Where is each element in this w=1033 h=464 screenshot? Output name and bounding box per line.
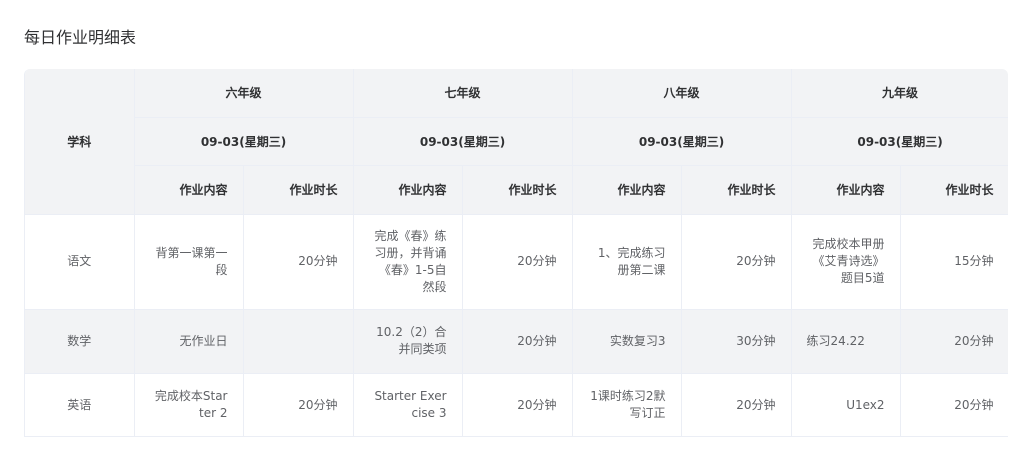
content-column-header: 作业内容	[572, 165, 682, 215]
grade-header-8: 八年级	[572, 69, 792, 118]
duration-cell: 20分钟	[462, 214, 573, 310]
grade-header-6: 六年级	[134, 69, 354, 118]
content-column-header: 作业内容	[791, 165, 901, 215]
duration-column-header: 作业时长	[243, 165, 354, 215]
content-text: 练习24.22	[806, 333, 865, 348]
content-text: 无作业日	[179, 333, 228, 348]
duration-column-header: 作业时长	[462, 165, 573, 215]
content-text: U1ex2	[846, 397, 885, 412]
grade-header-7: 七年级	[353, 69, 573, 118]
content-column-header: 作业内容	[134, 165, 244, 215]
content-cell: Starter Exercise 3	[353, 373, 463, 436]
subject-cell: 英语	[25, 373, 135, 436]
content-cell: 无作业日	[134, 309, 244, 374]
duration-cell: 20分钟	[462, 309, 573, 374]
content-cell: 1、完成练习册第二课	[572, 214, 682, 310]
duration-cell: 20分钟	[243, 373, 354, 436]
content-text: 实数复习3	[609, 333, 666, 348]
content-text: 背第一课第一段	[155, 245, 228, 277]
duration-cell	[243, 309, 354, 374]
duration-column-header: 作业时长	[900, 165, 1008, 215]
subject-column-header: 学科	[25, 69, 135, 215]
content-text: 1课时练习2默写订正	[590, 389, 666, 420]
content-text: 完成校本甲册《艾青诗选》题目5道	[812, 237, 885, 285]
subject-cell: 数学	[25, 309, 135, 374]
content-cell: 10.2（2）合并同类项	[353, 309, 463, 374]
date-header-8: 09-03(星期三)	[572, 117, 792, 166]
content-cell: 背第一课第一段	[134, 214, 244, 310]
content-cell: 完成《春》练习册，并背诵《春》1-5自然段	[353, 214, 463, 310]
content-text: 1、完成练习册第二课	[597, 245, 666, 277]
duration-cell: 20分钟	[681, 214, 792, 310]
subject-cell: 语文	[25, 214, 135, 310]
table-row: 英语 完成校本Starter 2 20分钟 Starter Exercise 3…	[25, 373, 1008, 436]
homework-table: 学科 六年级 七年级 八年级 九年级 09-03(星期三) 09-03(星期三)…	[24, 69, 1008, 437]
content-cell: U1ex2	[791, 373, 901, 436]
duration-cell: 30分钟	[681, 309, 792, 374]
duration-cell: 20分钟	[681, 373, 792, 436]
content-cell: 完成校本甲册《艾青诗选》题目5道	[791, 214, 901, 310]
content-text: Starter Exercise 3	[374, 389, 447, 420]
date-header-6: 09-03(星期三)	[134, 117, 354, 166]
date-header-7: 09-03(星期三)	[353, 117, 573, 166]
duration-cell: 20分钟	[900, 309, 1008, 374]
content-column-header: 作业内容	[353, 165, 463, 215]
content-text: 完成校本Starter 2	[154, 389, 228, 420]
duration-column-header: 作业时长	[681, 165, 792, 215]
duration-cell: 20分钟	[900, 373, 1008, 436]
content-cell: 完成校本Starter 2	[134, 373, 244, 436]
page-title: 每日作业明细表	[24, 28, 137, 47]
date-header-9: 09-03(星期三)	[791, 117, 1008, 166]
table-row: 数学 无作业日 10.2（2）合并同类项 20分钟 实数复习3 30分钟 练习2…	[25, 309, 1008, 374]
content-text: 完成《春》练习册，并背诵《春》1-5自然段	[374, 228, 447, 294]
grade-header-9: 九年级	[791, 69, 1008, 118]
duration-cell: 20分钟	[462, 373, 573, 436]
content-cell: 练习24.22	[791, 309, 901, 374]
content-cell: 实数复习3	[572, 309, 682, 374]
content-cell: 1课时练习2默写订正	[572, 373, 682, 436]
duration-cell: 15分钟	[900, 214, 1008, 310]
table-row: 语文 背第一课第一段 20分钟 完成《春》练习册，并背诵《春》1-5自然段 20…	[25, 214, 1008, 310]
content-text: 10.2（2）合并同类项	[376, 325, 447, 356]
duration-cell: 20分钟	[243, 214, 354, 310]
